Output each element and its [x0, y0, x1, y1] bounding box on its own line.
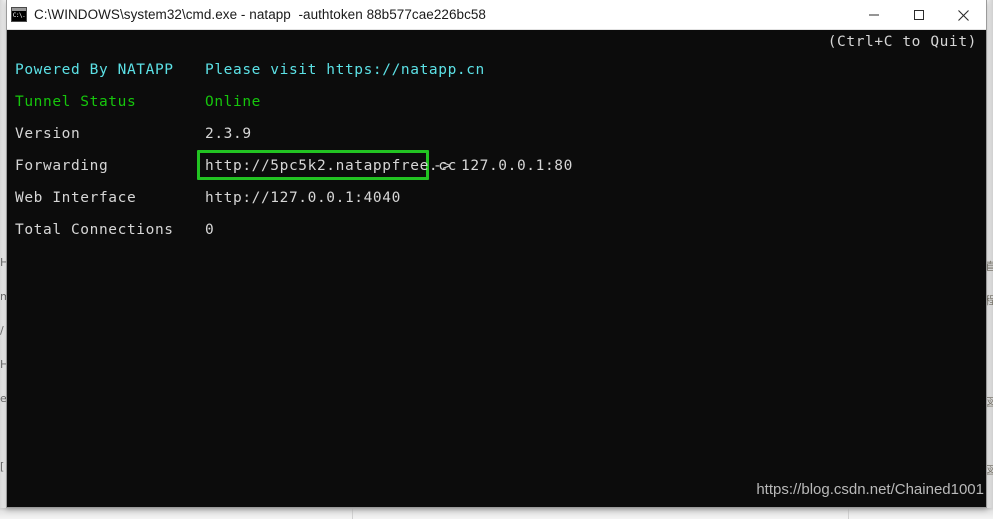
background-divider-2	[848, 508, 849, 519]
background-divider-1	[352, 508, 353, 519]
window-title: C:\WINDOWS\system32\cmd.exe - natapp -au…	[34, 7, 486, 22]
minimize-button[interactable]	[851, 0, 896, 30]
row-label-total-connections: Total Connections	[15, 222, 174, 238]
maximize-icon	[913, 10, 924, 20]
row-value-forwarding-target: -> 127.0.0.1:80	[433, 158, 573, 174]
row-label-web-interface: Web Interface	[15, 190, 137, 206]
row-value-total-connections: 0	[205, 222, 215, 238]
cmd-icon	[11, 7, 27, 22]
close-icon	[958, 9, 969, 21]
maximize-button[interactable]	[896, 0, 941, 30]
close-button[interactable]	[941, 0, 986, 30]
row-value-version: 2.3.9	[205, 126, 252, 142]
row-label-version: Version	[15, 126, 81, 142]
desktop-background: H m / H e [ 直 程 図 図 C:\WINDOWS\system32\…	[0, 0, 993, 519]
row-label-powered-by: Powered By NATAPP	[15, 62, 174, 78]
watermark-text: https://blog.csdn.net/Chained1001	[756, 481, 984, 498]
taskbar-strip	[0, 508, 993, 519]
row-value-web-interface[interactable]: http://127.0.0.1:4040	[205, 190, 401, 206]
row-label-forwarding: Forwarding	[15, 158, 109, 174]
window-controls	[851, 0, 986, 30]
row-value-powered-by: Please visit https://natapp.cn	[205, 62, 485, 78]
row-label-tunnel-status: Tunnel Status	[15, 94, 137, 110]
title-bar[interactable]: C:\WINDOWS\system32\cmd.exe - natapp -au…	[7, 0, 986, 30]
quit-hint: (Ctrl+C to Quit)	[827, 34, 977, 50]
console-output-area[interactable]: (Ctrl+C to Quit) Powered By NATAPP Pleas…	[7, 30, 986, 507]
row-value-tunnel-status: Online	[205, 94, 261, 110]
cmd-console-window: C:\WINDOWS\system32\cmd.exe - natapp -au…	[6, 0, 987, 508]
row-value-forwarding-url[interactable]: http://5pc5k2.natappfree.cc	[205, 158, 457, 174]
minimize-icon	[868, 14, 879, 16]
